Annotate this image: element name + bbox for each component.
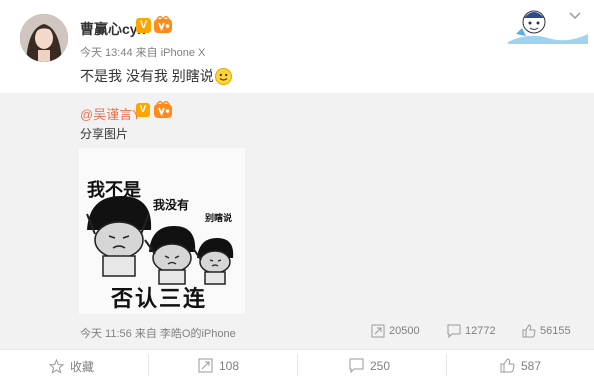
repost-comment-count: 12772	[465, 325, 496, 337]
forward-icon	[371, 324, 385, 338]
repost-time[interactable]: 今天 11:56	[80, 328, 132, 340]
meme-text-line3: 别瞎说	[205, 213, 233, 223]
repost-button[interactable]: 108	[198, 358, 239, 373]
post-source: 来自 iPhone X	[135, 47, 206, 59]
like-button[interactable]: 587	[500, 358, 541, 373]
repost-count: 108	[219, 358, 240, 373]
repost-comment-stat[interactable]: 12772	[447, 324, 496, 338]
like-count: 587	[521, 358, 542, 373]
repost-username[interactable]: @吴谨言Y	[80, 104, 141, 123]
avatar[interactable]	[20, 14, 68, 62]
like-thumb-icon	[500, 358, 515, 373]
post-time[interactable]: 今天 13:44	[80, 47, 133, 59]
meme-text-line1: 我不是	[87, 180, 141, 200]
comment-count: 250	[370, 358, 391, 373]
favorite-label: 收藏	[70, 360, 95, 374]
meme-image[interactable]: 我不是 我没有 别瞎说 否认三连	[79, 148, 245, 314]
comment-icon	[447, 324, 461, 338]
like-icon	[522, 324, 536, 338]
repost-icon	[198, 358, 213, 373]
meme-text-line2: 我没有	[153, 198, 190, 212]
vip-badge-icon	[153, 16, 173, 34]
repost-like-count: 56155	[540, 325, 571, 337]
favorite-button[interactable]: 收藏	[49, 358, 94, 375]
divider	[446, 354, 447, 376]
repost-vip-badge-icon	[153, 101, 173, 119]
divider	[297, 354, 298, 376]
verified-badge-icon: V	[136, 18, 151, 33]
favorite-star-icon	[49, 359, 64, 374]
repost-text: 分享图片	[80, 127, 129, 141]
comment-button[interactable]: 250	[349, 358, 390, 373]
smiley-emoji-icon	[215, 68, 232, 85]
menu-chevron-down-icon[interactable]	[569, 12, 581, 20]
repost-source: 来自 李皓O的iPhone	[134, 328, 236, 340]
meme-caption: 否认三连	[111, 286, 208, 311]
repost-like-stat[interactable]: 56155	[522, 324, 571, 338]
post-meta: 今天 13:44 来自 iPhone X	[80, 44, 205, 60]
comment-icon	[349, 358, 364, 373]
post-text: 不是我 没有我 别瞎说	[80, 68, 214, 84]
repost-forward-stat[interactable]: 20500	[371, 324, 420, 338]
repost-verified-badge-icon: V	[136, 103, 150, 117]
repost-forward-count: 20500	[389, 325, 420, 337]
card-decoration-icon	[508, 4, 588, 44]
divider	[148, 354, 149, 376]
repost-meta: 今天 11:56 来自 李皓O的iPhone	[80, 325, 236, 341]
